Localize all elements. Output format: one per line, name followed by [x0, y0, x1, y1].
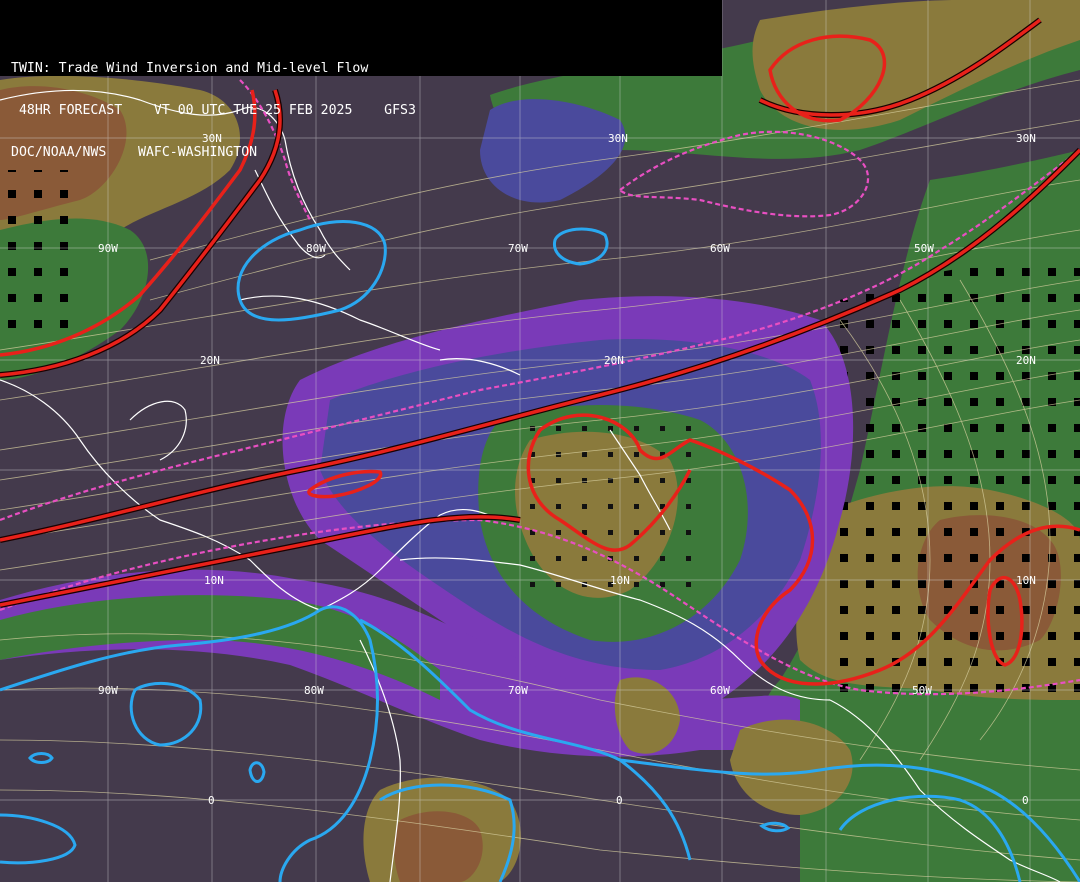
lon-label-80w: 80W [304, 684, 324, 697]
lat-label-10n: 10N [204, 574, 224, 587]
lon-label-60w: 60W [710, 684, 730, 697]
lat-label-10n: 10N [610, 574, 630, 587]
lon-label-50w: 50W [914, 242, 934, 255]
lon-label-70w: 70W [508, 242, 528, 255]
dots-east [825, 260, 1080, 700]
header-forecast-line: 48HR FORECAST VT 00 UTC TUE 25 FEB 2025 … [11, 103, 416, 118]
lat-label-20n: 20N [1016, 354, 1036, 367]
header-panel: TWIN: Trade Wind Inversion and Mid-level… [0, 0, 722, 160]
lon-label-60w: 60W [710, 242, 730, 255]
lon-label-80w: 80W [306, 242, 326, 255]
header-title: TWIN: Trade Wind Inversion and Mid-level… [11, 61, 369, 76]
lon-label-90w: 90W [98, 242, 118, 255]
lon-label-70w: 70W [508, 684, 528, 697]
lon-label-90w: 90W [98, 684, 118, 697]
lat-label-20n: 20N [604, 354, 624, 367]
lon-label-50w: 50W [912, 684, 932, 697]
lat-label-30n: 30N [1016, 132, 1036, 145]
lat-label-0: 0 [1022, 794, 1029, 807]
header-agency-line: DOC/NOAA/NWS WAFC-WASHINGTON [11, 145, 258, 160]
lat-label-10n: 10N [1016, 574, 1036, 587]
lat-label-20n: 20N [200, 354, 220, 367]
dots-west [0, 170, 70, 340]
lat-label-0: 0 [208, 794, 215, 807]
lat-label-0: 0 [616, 794, 623, 807]
